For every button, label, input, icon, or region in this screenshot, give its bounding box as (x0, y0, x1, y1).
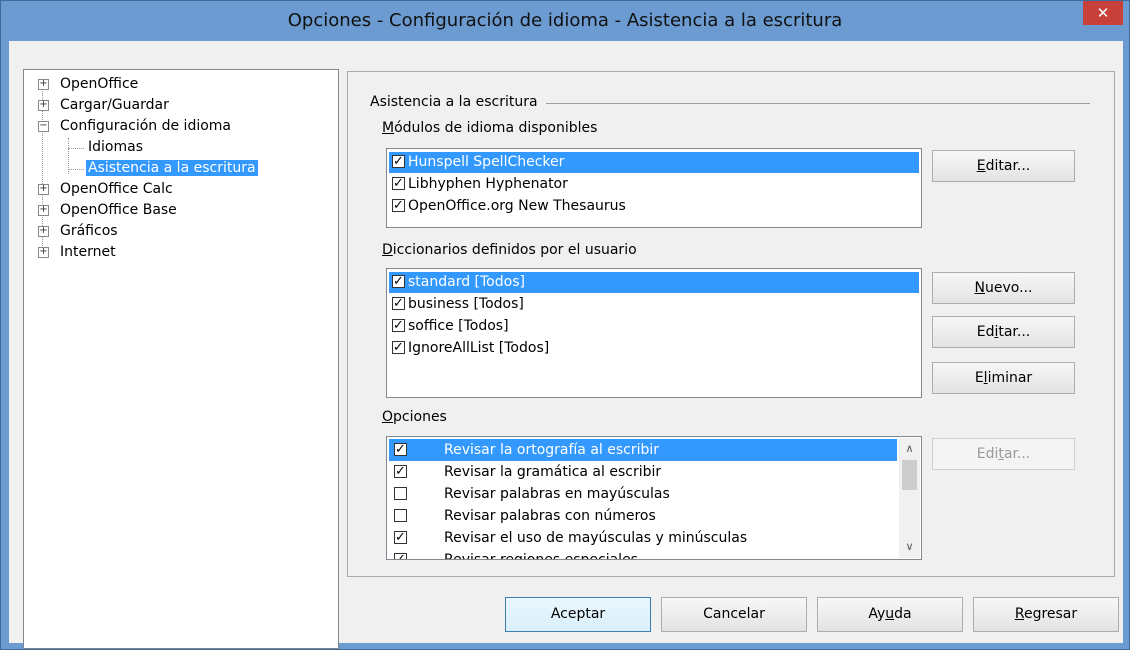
checkbox[interactable]: ✓ (392, 296, 405, 310)
checkbox[interactable]: ✓ (392, 198, 405, 212)
tree-item-label: OpenOffice (60, 76, 139, 92)
delete-dictionary-button[interactable]: Eliminar (932, 362, 1075, 394)
expand-icon[interactable]: + (38, 184, 49, 195)
cancel-button[interactable]: Cancelar (661, 597, 807, 632)
list-item[interactable]: ✓ Libhyphen Hyphenator (389, 174, 919, 195)
checkbox[interactable]: ✓ (392, 318, 405, 332)
reset-button[interactable]: Regresar (973, 597, 1119, 632)
tree-item-label: OpenOffice Calc (60, 181, 173, 197)
modules-label: Módulos de idioma disponibles (382, 120, 598, 136)
option-row[interactable]: ✓ Revisar la ortografía al escribir (389, 439, 897, 461)
checkbox[interactable] (394, 509, 407, 522)
checkbox[interactable]: ✓ (394, 531, 407, 544)
option-row[interactable]: ✓ Revisar regiones especiales (389, 549, 897, 559)
expand-icon[interactable]: + (38, 100, 49, 111)
title-bar: Opciones - Configuración de idioma - Asi… (1, 1, 1129, 41)
list-item[interactable]: ✓ business [Todos] (389, 294, 919, 315)
tree-item-label: Asistencia a la escritura (86, 160, 258, 176)
window-title: Opciones - Configuración de idioma - Asi… (287, 10, 843, 31)
scroll-up-icon[interactable]: ∧ (899, 440, 920, 458)
checkbox[interactable]: ✓ (392, 340, 405, 354)
close-icon: ✕ (1096, 4, 1110, 22)
checkbox[interactable]: ✓ (392, 274, 405, 288)
checkbox[interactable]: ✓ (394, 553, 407, 559)
dialog-body: + OpenOffice + Cargar/Guardar − Configur… (9, 41, 1123, 649)
checkbox[interactable]: ✓ (392, 176, 405, 190)
checkbox[interactable]: ✓ (394, 465, 407, 478)
options-label: Opciones (382, 409, 447, 425)
options-edit-button[interactable]: Editar... (932, 438, 1075, 470)
tree-connector (68, 148, 84, 149)
help-button[interactable]: Ayuda (817, 597, 963, 632)
ok-button[interactable]: Aceptar (505, 597, 651, 632)
modules-edit-button[interactable]: Editar... (932, 150, 1075, 182)
expand-icon[interactable]: + (38, 247, 49, 258)
scroll-down-icon[interactable]: ∨ (899, 538, 920, 556)
tree-item-label: Cargar/Guardar (60, 97, 169, 113)
scroll-thumb[interactable] (902, 460, 917, 490)
tree-item-label: Gráficos (60, 223, 118, 239)
list-item[interactable]: ✓ IgnoreAllList [Todos] (389, 338, 919, 359)
list-item[interactable]: ✓ soffice [Todos] (389, 316, 919, 337)
list-item[interactable]: ✓ standard [Todos] (389, 272, 919, 293)
checkbox[interactable]: ✓ (392, 154, 405, 168)
dictionaries-list[interactable]: ✓ standard [Todos] ✓ business [Todos] ✓ sof… (386, 268, 922, 398)
tree-item-label: Internet (60, 244, 116, 260)
options-scrollbar[interactable]: ∧ ∨ (899, 438, 920, 558)
tree-connector (68, 169, 84, 170)
option-row[interactable]: Revisar palabras con números (389, 505, 897, 527)
checkbox[interactable]: ✓ (394, 443, 407, 456)
tree-item-writing-aids[interactable]: Asistencia a la escritura (86, 158, 258, 179)
checkbox[interactable] (394, 487, 407, 500)
option-row[interactable]: ✓ Revisar el uso de mayúsculas y minúscul… (389, 527, 897, 549)
expand-icon[interactable]: + (38, 226, 49, 237)
group-title: Asistencia a la escritura (370, 94, 538, 110)
option-row[interactable]: ✓ Revisar la gramática al escribir (389, 461, 897, 483)
options-list[interactable]: ✓ Revisar la ortografía al escribir ✓ Revi… (386, 436, 922, 560)
edit-dictionary-button[interactable]: Editar... (932, 316, 1075, 348)
category-tree[interactable]: + OpenOffice + Cargar/Guardar − Configur… (23, 69, 339, 649)
dictionaries-label: Diccionarios definidos por el usuario (382, 242, 637, 258)
close-button[interactable]: ✕ (1083, 1, 1123, 25)
list-item[interactable]: ✓ Hunspell SpellChecker (389, 152, 919, 173)
new-dictionary-button[interactable]: Nuevo... (932, 272, 1075, 304)
writing-aids-panel: Asistencia a la escritura Módulos de idi… (347, 71, 1115, 577)
tree-item-label: OpenOffice Base (60, 202, 177, 218)
option-row[interactable]: Revisar palabras en mayúsculas (389, 483, 897, 505)
tree-item-languages[interactable]: Idiomas (88, 137, 143, 158)
options-dialog: Opciones - Configuración de idioma - Asi… (0, 0, 1130, 650)
expand-icon[interactable]: + (38, 79, 49, 90)
expand-icon[interactable]: + (38, 205, 49, 216)
collapse-icon[interactable]: − (38, 121, 49, 132)
modules-list[interactable]: ✓ Hunspell SpellChecker ✓ Libhyphen Hyphen… (386, 148, 922, 228)
group-divider (546, 103, 1090, 104)
tree-item-label: Configuración de idioma (60, 118, 232, 134)
tree-item-label: Idiomas (88, 139, 143, 155)
list-item[interactable]: ✓ OpenOffice.org New Thesaurus (389, 196, 919, 217)
